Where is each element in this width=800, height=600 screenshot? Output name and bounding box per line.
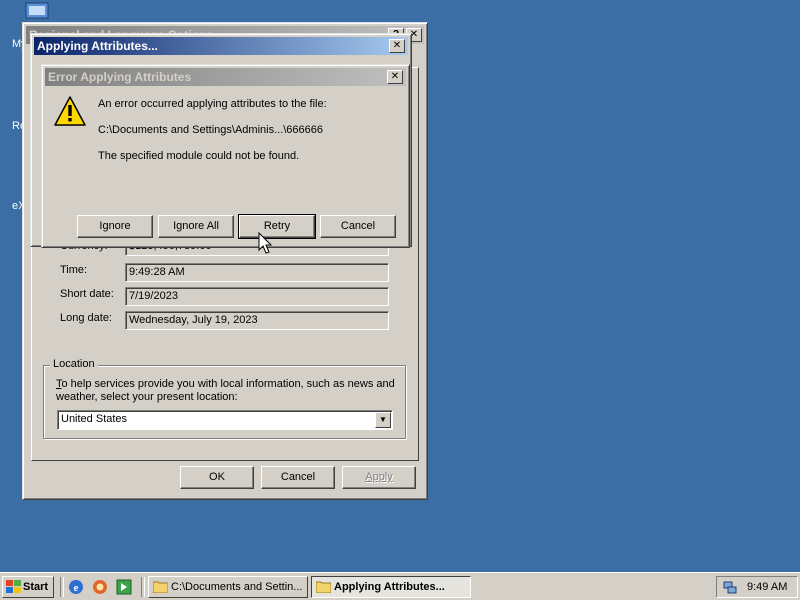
- retry-button[interactable]: Retry: [238, 214, 316, 239]
- close-button[interactable]: ✕: [387, 70, 403, 84]
- task-applying-label: Applying Attributes...: [334, 581, 445, 593]
- chevron-down-icon[interactable]: ▼: [375, 412, 391, 428]
- cancel-button[interactable]: Cancel: [261, 466, 335, 489]
- mouse-cursor-icon: [258, 232, 272, 254]
- ignore-button-label: Ignore: [99, 220, 131, 232]
- my-computer-icon[interactable]: [24, 2, 52, 22]
- location-selected-value: United States: [61, 413, 128, 425]
- firefox-icon[interactable]: [92, 579, 108, 595]
- folder-icon: [153, 581, 168, 593]
- error-file-path: C:\Documents and Settings\Adminis...\666…: [98, 124, 324, 136]
- ignore-all-button-label: Ignore All: [173, 220, 219, 232]
- long-date-sample: Wednesday, July 19, 2023: [125, 311, 389, 330]
- time-sample: 9:49:28 AM: [125, 263, 389, 282]
- location-description: To help services provide you with local …: [56, 378, 396, 404]
- close-button[interactable]: ✕: [389, 39, 405, 53]
- show-desktop-icon[interactable]: [116, 579, 132, 595]
- windows-logo-icon: [6, 580, 21, 593]
- retry-button-label: Retry: [263, 220, 291, 232]
- ok-button[interactable]: OK: [180, 466, 254, 489]
- short-date-sample: 7/19/2023: [125, 287, 389, 306]
- taskbar-task-applying-attributes[interactable]: Applying Attributes...: [311, 576, 471, 598]
- applying-attributes-title: Applying Attributes...: [37, 39, 158, 53]
- location-group-title: Location: [50, 358, 98, 370]
- error-reason: The specified module could not be found.: [98, 150, 300, 162]
- system-tray: 9:49 AM: [716, 576, 798, 598]
- network-icon[interactable]: [722, 579, 738, 595]
- start-button[interactable]: Start: [2, 576, 54, 598]
- svg-text:e: e: [74, 582, 79, 594]
- apply-button-label: Apply: [365, 471, 393, 483]
- taskbar-separator: [60, 577, 64, 597]
- location-select[interactable]: United States: [57, 410, 393, 430]
- ignore-all-button[interactable]: Ignore All: [158, 215, 234, 238]
- taskbar-separator: [141, 577, 145, 597]
- apply-button[interactable]: Apply: [342, 466, 416, 489]
- clock[interactable]: 9:49 AM: [747, 577, 787, 597]
- warning-icon: [54, 96, 86, 126]
- applying-attributes-titlebar: Applying Attributes...: [34, 37, 408, 55]
- ie-icon[interactable]: e: [68, 579, 84, 595]
- error-dialog-title: Error Applying Attributes: [48, 70, 192, 84]
- error-dialog-titlebar: Error Applying Attributes: [45, 68, 406, 86]
- error-dialog: Error Applying Attributes ✕ An error occ…: [41, 64, 410, 248]
- taskbar: Start e C:\Documents and Settin... Apply…: [0, 572, 800, 600]
- taskbar-task-explorer[interactable]: C:\Documents and Settin...: [148, 576, 308, 598]
- location-text-line2: weather, select your present location:: [56, 391, 238, 403]
- cancel-button-label: Cancel: [340, 220, 376, 232]
- ignore-button[interactable]: Ignore: [77, 215, 153, 238]
- location-text-line1: o help services provide you with local i…: [61, 378, 395, 390]
- task-explorer-label: C:\Documents and Settin...: [171, 581, 303, 593]
- folder-icon: [316, 581, 331, 593]
- short-date-label: Short date:: [60, 288, 114, 300]
- time-label: Time:: [60, 264, 88, 276]
- start-label: Start: [23, 581, 49, 593]
- long-date-label: Long date:: [60, 312, 112, 324]
- error-message-line1: An error occurred applying attributes to…: [98, 98, 327, 110]
- cancel-button[interactable]: Cancel: [320, 215, 396, 238]
